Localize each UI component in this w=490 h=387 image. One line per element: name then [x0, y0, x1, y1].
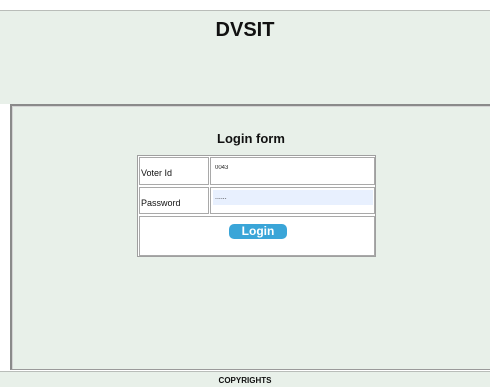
voter-id-label-cell: Voter Id — [139, 157, 209, 185]
password-label: Password — [141, 198, 181, 208]
login-button-cell: Login — [139, 216, 375, 256]
password-label-cell: Password — [139, 187, 209, 214]
password-input[interactable] — [213, 190, 373, 205]
site-title: DVSIT — [215, 19, 275, 41]
voter-id-input-cell — [210, 157, 375, 185]
login-content-panel: Login form Voter Id Password Login — [10, 104, 490, 370]
site-header: DVSIT — [0, 10, 490, 104]
voter-id-input[interactable] — [213, 160, 373, 175]
copyright-text: COPYRIGHTS — [218, 376, 272, 385]
site-footer: COPYRIGHTS — [0, 371, 490, 387]
login-button[interactable]: Login — [229, 224, 287, 239]
login-page: DVSIT Login form Voter Id Password Login… — [0, 0, 490, 387]
voter-id-label: Voter Id — [141, 168, 173, 178]
login-form-table: Voter Id Password Login — [137, 155, 376, 257]
login-form-title: Login form — [217, 131, 285, 146]
password-input-cell — [210, 187, 375, 214]
